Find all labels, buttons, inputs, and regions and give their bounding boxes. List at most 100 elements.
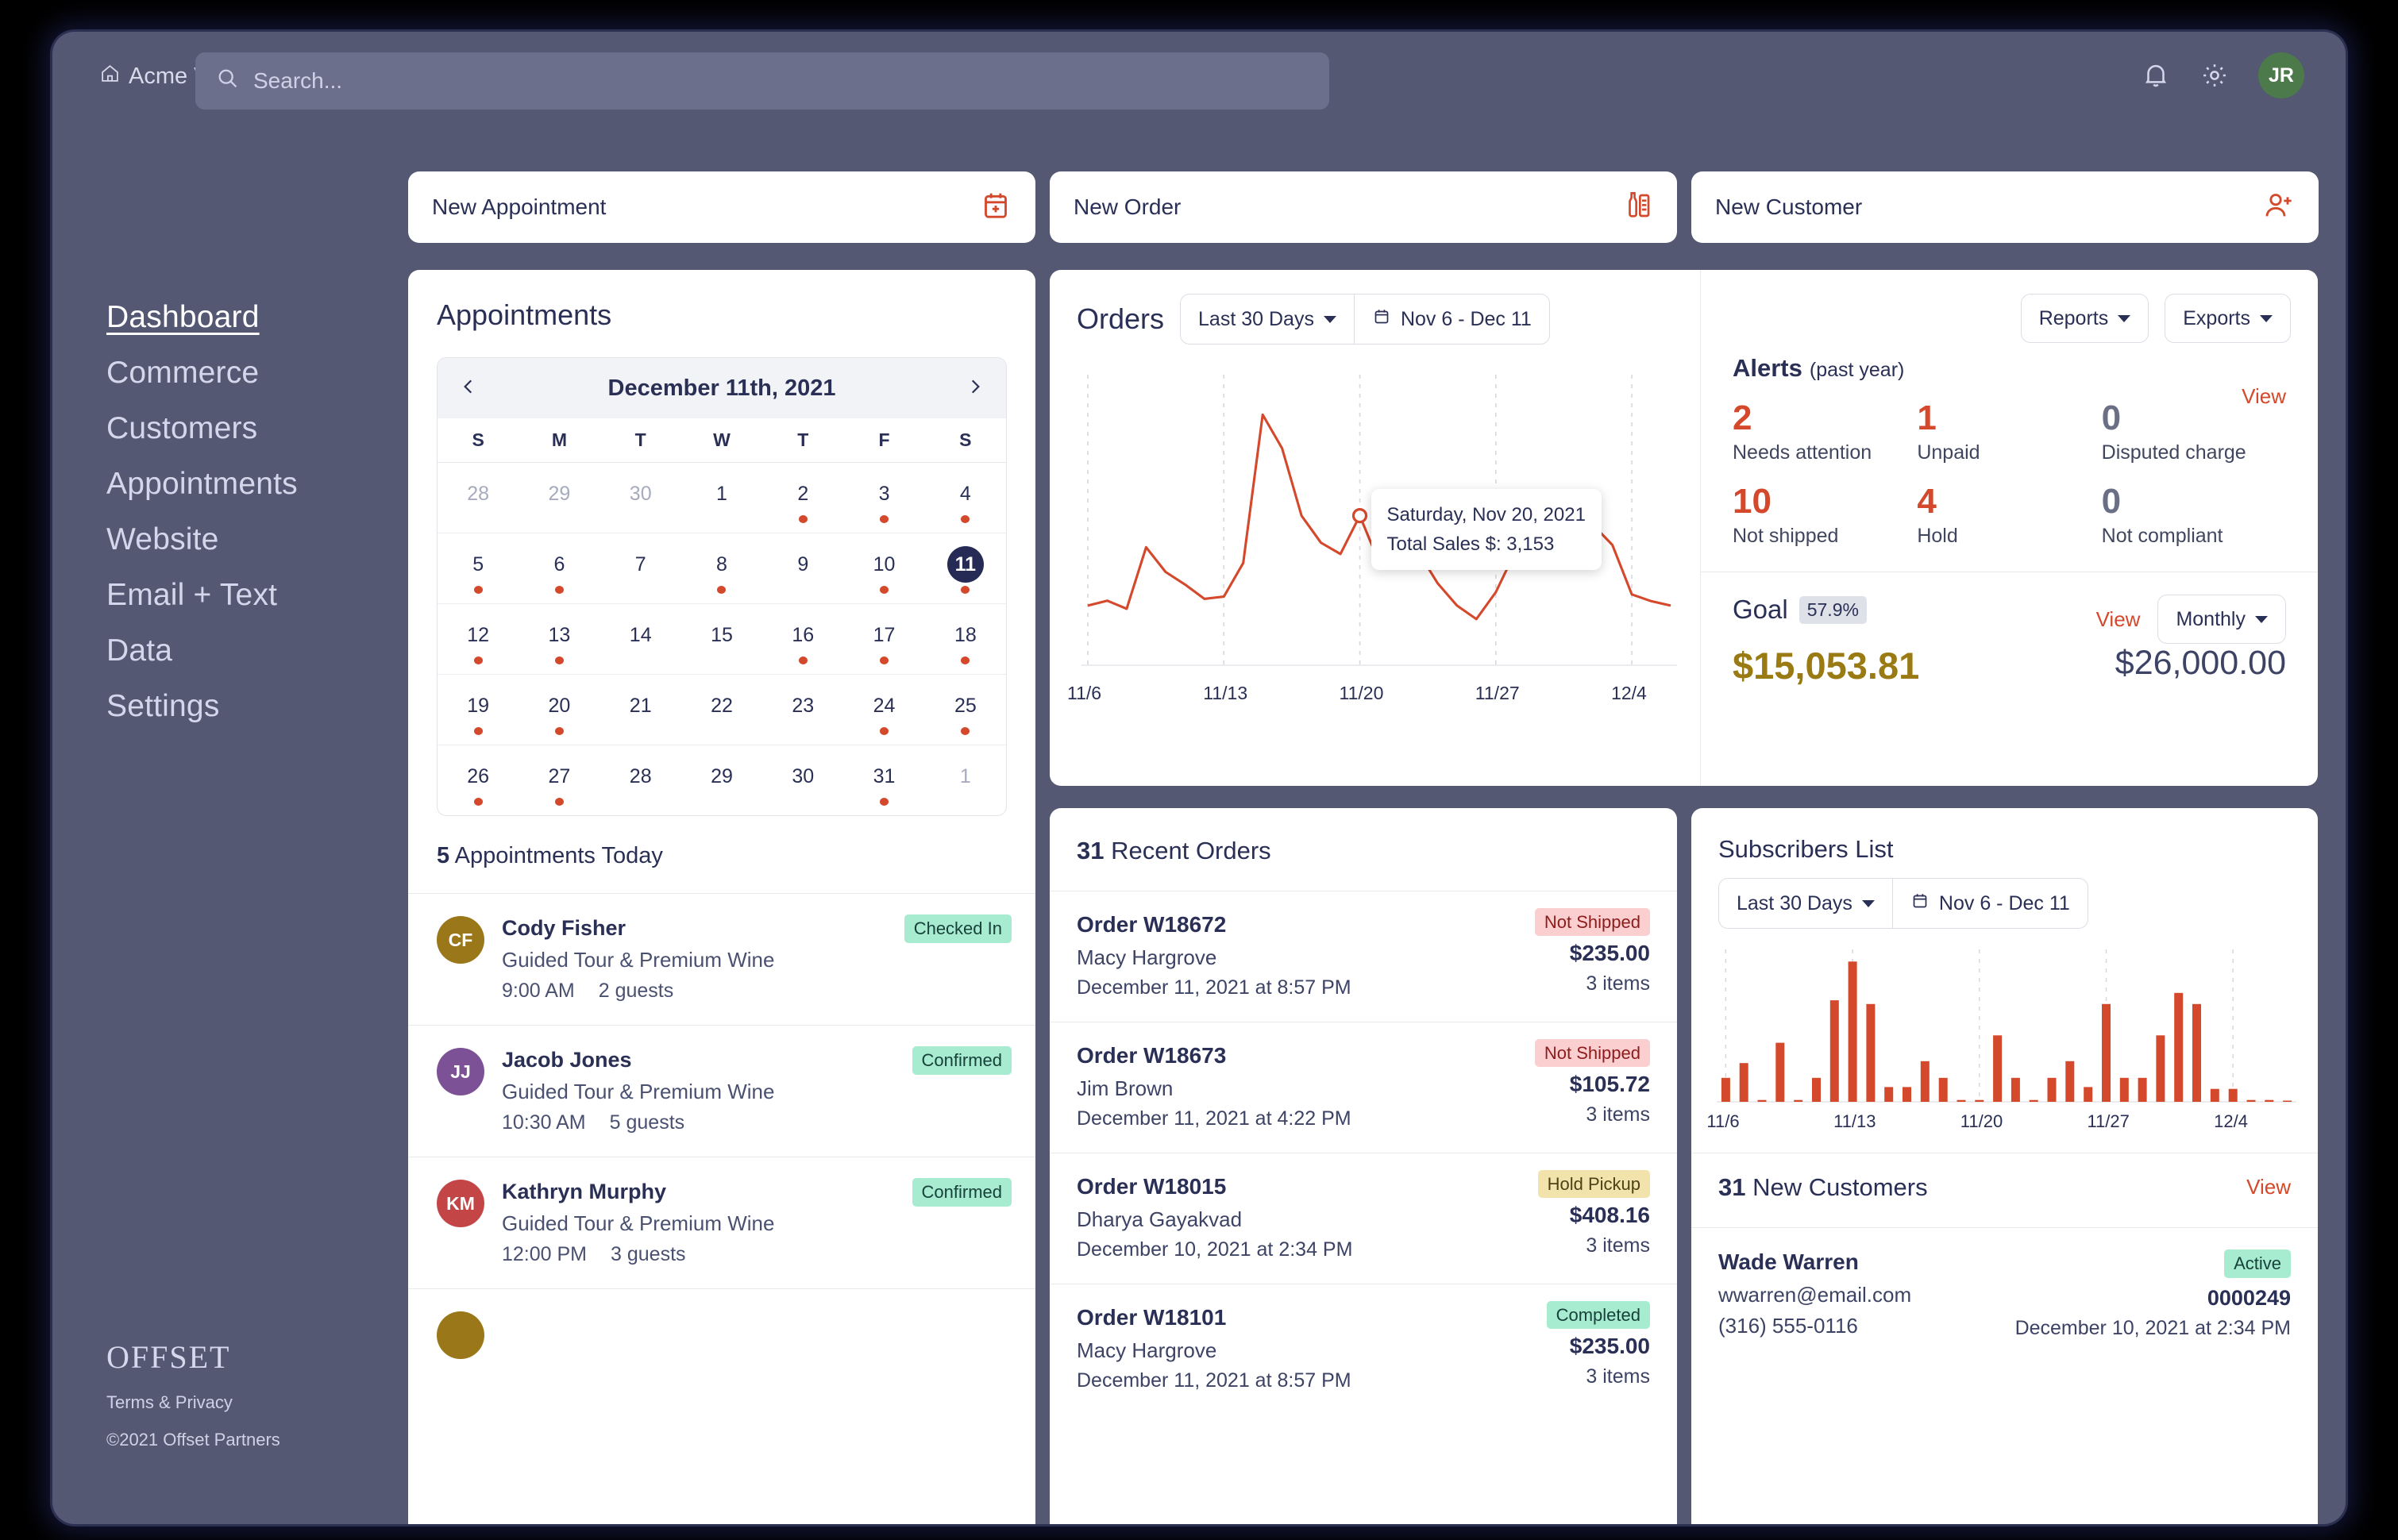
search-input[interactable]: Search... bbox=[195, 52, 1329, 110]
calendar-day-number: 19 bbox=[467, 695, 490, 717]
goal-period-select[interactable]: Monthly bbox=[2157, 595, 2286, 645]
calendar-day[interactable]: 16 bbox=[762, 617, 843, 664]
calendar-day-number: 24 bbox=[873, 695, 896, 717]
subscribers-range-select[interactable]: Last 30 Days bbox=[1719, 879, 1892, 928]
new-customers-title: New Customers bbox=[1752, 1173, 1928, 1201]
alert-item[interactable]: 0 Disputed charge bbox=[2102, 399, 2286, 464]
calendar-day[interactable]: 8 bbox=[681, 546, 762, 594]
calendar-day[interactable]: 1 bbox=[681, 475, 762, 523]
calendar-day[interactable]: 22 bbox=[681, 687, 762, 735]
calendar-day-number: 14 bbox=[629, 624, 652, 646]
calendar-day[interactable]: 15 bbox=[681, 617, 762, 664]
customer-row[interactable]: Wade Warren wwarren@email.com (316) 555-… bbox=[1691, 1227, 2318, 1362]
calendar-day[interactable]: 25 bbox=[925, 687, 1006, 735]
calendar-day[interactable]: 21 bbox=[600, 687, 681, 735]
alert-item[interactable]: 0 Not compliant bbox=[2102, 483, 2286, 548]
calendar-day[interactable]: 27 bbox=[519, 758, 600, 806]
calendar-month-label: December 11th, 2021 bbox=[607, 375, 836, 401]
calendar-day[interactable]: 17 bbox=[843, 617, 924, 664]
appointment-row[interactable]: JJ Jacob Jones Guided Tour & Premium Wine 1… bbox=[408, 1025, 1035, 1157]
sidebar-item-data[interactable]: Data bbox=[106, 633, 298, 668]
calendar-day[interactable]: 19 bbox=[438, 687, 519, 735]
sidebar-item-website[interactable]: Website bbox=[106, 522, 298, 557]
calendar-day[interactable]: 2 bbox=[762, 475, 843, 523]
chevron-down-icon bbox=[1861, 899, 1875, 907]
table-row[interactable]: Order W18015 Dharya Gayakvad December 10, … bbox=[1050, 1153, 1677, 1284]
alerts-subtitle: (past year) bbox=[1809, 359, 1905, 381]
calendar-day[interactable]: 9 bbox=[762, 546, 843, 594]
chevron-left-icon[interactable] bbox=[458, 376, 479, 401]
alerts-view-link[interactable]: View bbox=[2242, 384, 2286, 409]
alert-item[interactable]: 10 Not shipped bbox=[1733, 483, 1917, 548]
calendar-day[interactable]: 30 bbox=[600, 475, 681, 523]
status-badge: Hold Pickup bbox=[1537, 1170, 1650, 1198]
new-order-button[interactable]: New Order bbox=[1050, 171, 1677, 243]
calendar-day[interactable]: 24 bbox=[843, 687, 924, 735]
calendar-day[interactable]: 30 bbox=[762, 758, 843, 806]
table-row[interactable]: Order W18101 Macy Hargrove December 11, 20… bbox=[1050, 1284, 1677, 1415]
appointment-row[interactable]: CF Cody Fisher Guided Tour & Premium Wine 9… bbox=[408, 893, 1035, 1025]
orders-date-range[interactable]: Nov 6 - Dec 11 bbox=[1353, 295, 1549, 344]
calendar-day[interactable]: 6 bbox=[519, 546, 600, 594]
chevron-right-icon[interactable] bbox=[965, 376, 985, 401]
alert-count: 10 bbox=[1733, 482, 1772, 522]
calendar-day[interactable]: 14 bbox=[600, 617, 681, 664]
sidebar-item-commerce[interactable]: Commerce bbox=[106, 356, 298, 391]
calendar-day[interactable]: 4 bbox=[925, 475, 1006, 523]
new-customer-button[interactable]: New Customer bbox=[1691, 171, 2319, 243]
alert-item[interactable]: 2 Needs attention bbox=[1733, 399, 1917, 464]
terms-privacy-link[interactable]: Terms & Privacy bbox=[106, 1392, 280, 1413]
calendar-event-dot bbox=[473, 656, 483, 664]
sidebar-item-email-text[interactable]: Email + Text bbox=[106, 578, 298, 613]
table-row[interactable]: Order W18672 Macy Hargrove December 11, 20… bbox=[1050, 891, 1677, 1022]
calendar-dow-1: M bbox=[551, 429, 567, 450]
calendar-day[interactable]: 29 bbox=[519, 475, 600, 523]
calendar-day[interactable]: 23 bbox=[762, 687, 843, 735]
avatar: CF bbox=[437, 916, 484, 964]
order-datetime: December 11, 2021 at 8:57 PM bbox=[1077, 1369, 1351, 1392]
order-customer: Jim Brown bbox=[1077, 1076, 1174, 1100]
avatar[interactable]: JR bbox=[2258, 52, 2304, 98]
sidebar-item-customers[interactable]: Customers bbox=[106, 411, 298, 446]
calendar-day[interactable]: 7 bbox=[600, 546, 681, 594]
sidebar-item-dashboard[interactable]: Dashboard bbox=[106, 300, 298, 335]
calendar-day-number: 30 bbox=[792, 765, 815, 787]
recent-orders-title: Recent Orders bbox=[1111, 837, 1271, 864]
order-items: 3 items bbox=[1586, 1365, 1650, 1388]
alert-item[interactable]: 4 Hold bbox=[1917, 483, 2101, 548]
subscribers-date-range[interactable]: Nov 6 - Dec 11 bbox=[1891, 879, 2088, 928]
goal-view-link[interactable]: View bbox=[2096, 607, 2141, 632]
gear-icon[interactable] bbox=[2199, 60, 2230, 90]
appointment-row[interactable]: KM Kathryn Murphy Guided Tour & Premium Wi… bbox=[408, 1157, 1035, 1288]
new-customers-view-link[interactable]: View bbox=[2246, 1175, 2291, 1199]
calendar-day[interactable]: 11 bbox=[925, 546, 1006, 594]
calendar-day-number: 20 bbox=[548, 695, 571, 717]
calendar-day[interactable]: 10 bbox=[843, 546, 924, 594]
calendar-day[interactable]: 13 bbox=[519, 617, 600, 664]
sidebar-item-appointments[interactable]: Appointments bbox=[106, 467, 298, 502]
calendar-day[interactable]: 5 bbox=[438, 546, 519, 594]
calendar-day[interactable]: 28 bbox=[600, 758, 681, 806]
calendar-day[interactable]: 29 bbox=[681, 758, 762, 806]
appointment-row[interactable] bbox=[408, 1288, 1035, 1381]
table-row[interactable]: Order W18673 Jim Brown December 11, 2021 a… bbox=[1050, 1022, 1677, 1153]
recent-orders-list: Order W18672 Macy Hargrove December 11, 20… bbox=[1050, 891, 1677, 1415]
calendar-day[interactable]: 26 bbox=[438, 758, 519, 806]
calendar-event-dot bbox=[961, 656, 970, 664]
calendar-day[interactable]: 1 bbox=[925, 758, 1006, 806]
status-badge: Confirmed bbox=[912, 1046, 1012, 1075]
calendar-day[interactable]: 3 bbox=[843, 475, 924, 523]
appointments-panel: Appointments December 11th, 2021 S M T W T F S… bbox=[408, 270, 1035, 1524]
calendar-day[interactable]: 12 bbox=[438, 617, 519, 664]
calendar-day[interactable]: 28 bbox=[438, 475, 519, 523]
order-amount: $235.00 bbox=[1569, 941, 1650, 965]
new-appointment-button[interactable]: New Appointment bbox=[408, 171, 1035, 243]
orders-range-select[interactable]: Last 30 Days bbox=[1181, 295, 1354, 344]
calendar-day[interactable]: 20 bbox=[519, 687, 600, 735]
bell-icon[interactable] bbox=[2141, 60, 2171, 90]
sidebar-item-settings[interactable]: Settings bbox=[106, 689, 298, 724]
alert-count: 0 bbox=[2101, 482, 2122, 522]
alert-item[interactable]: 1 Unpaid bbox=[1917, 399, 2101, 464]
calendar-day[interactable]: 18 bbox=[925, 617, 1006, 664]
calendar-day[interactable]: 31 bbox=[843, 758, 924, 806]
